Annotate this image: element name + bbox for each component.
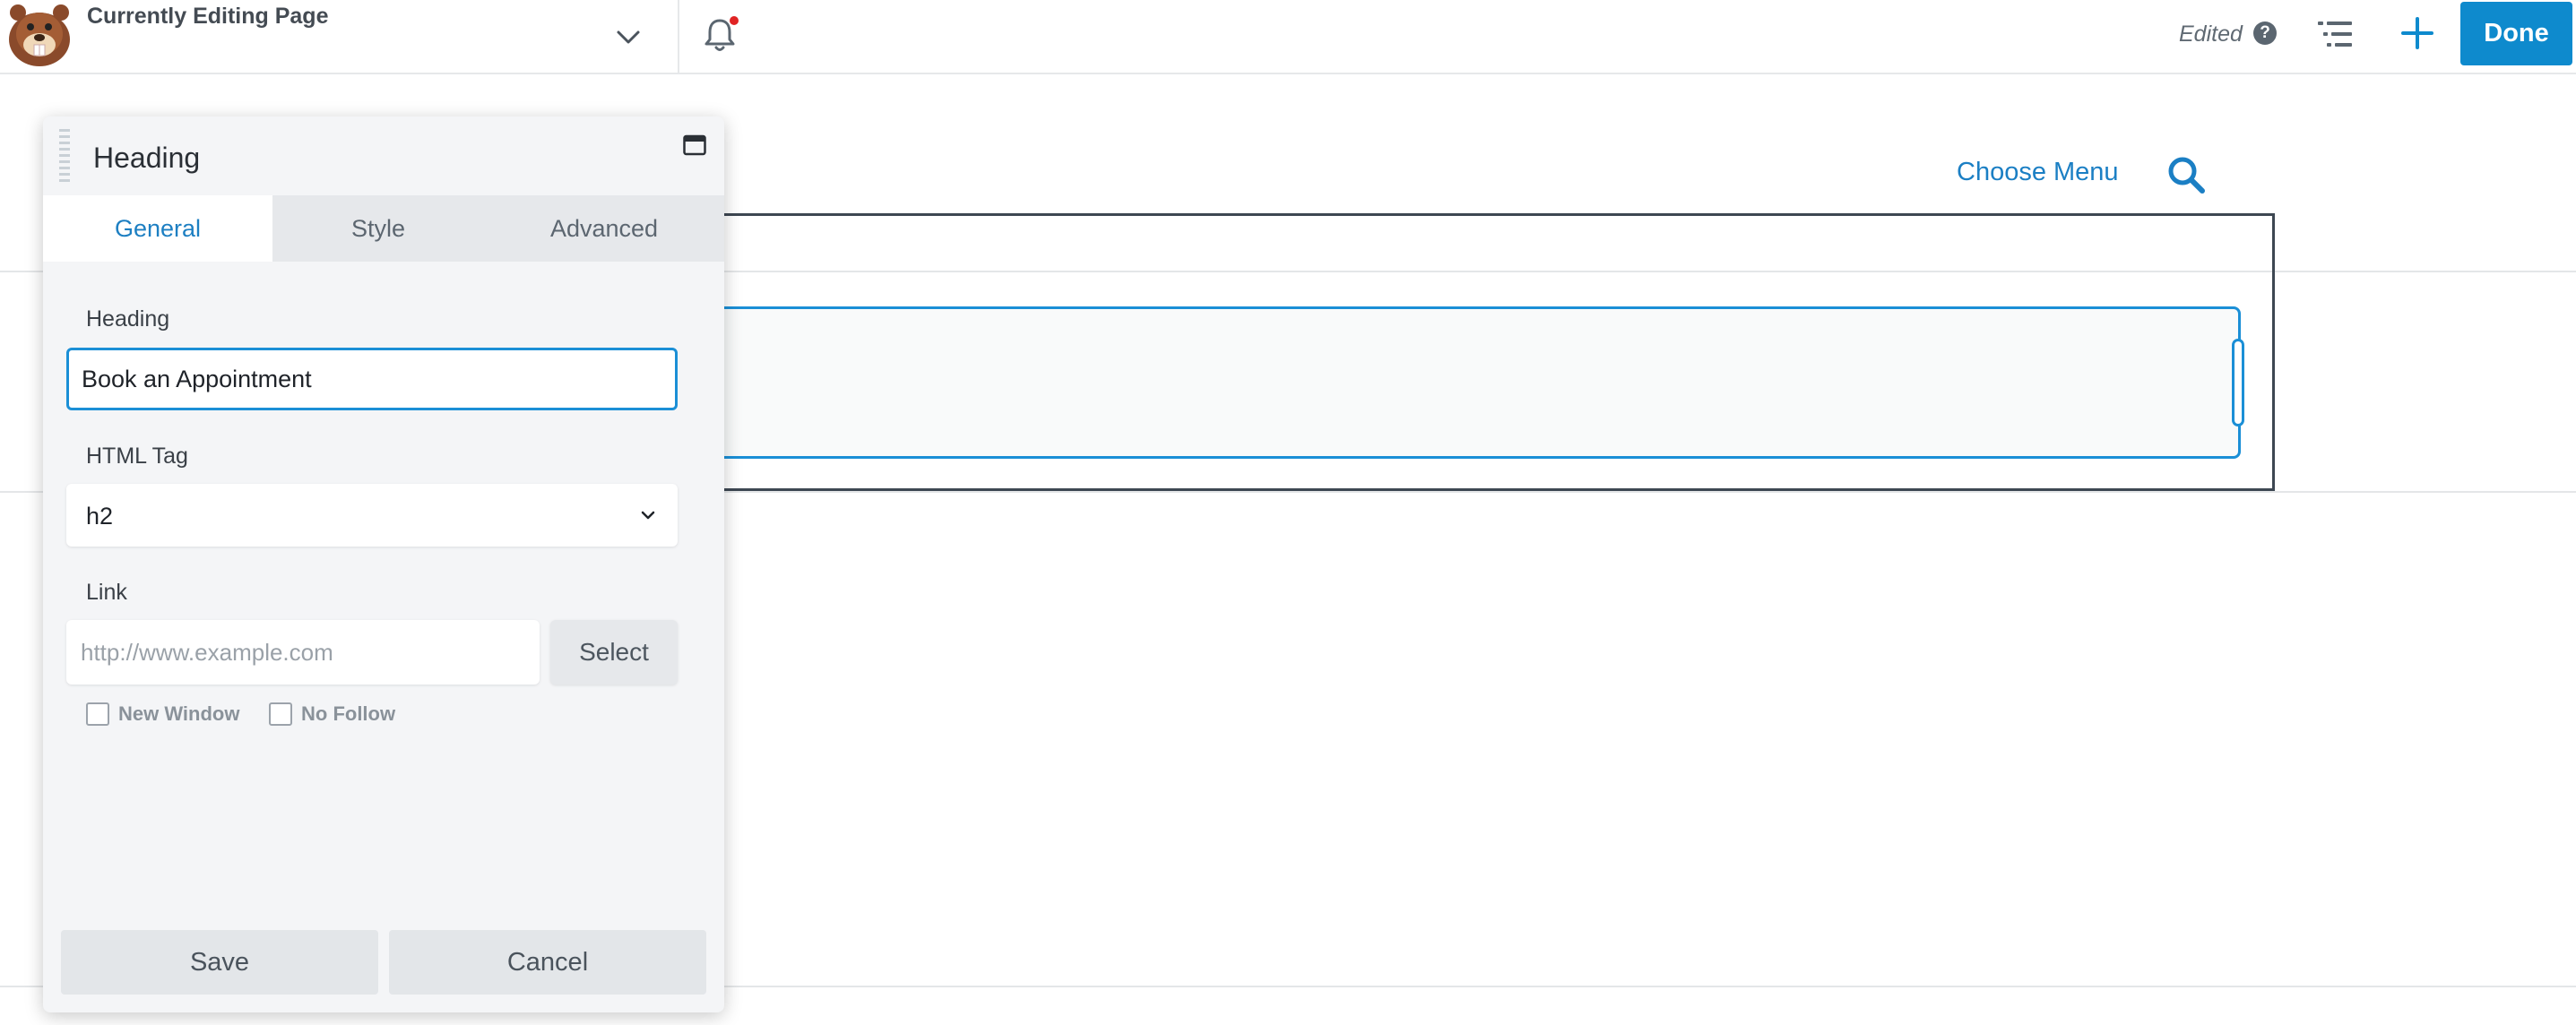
cancel-button[interactable]: Cancel [389,930,706,995]
resize-handle[interactable] [2232,339,2244,426]
heading-field-label: Heading [86,306,170,332]
new-window-checkbox[interactable] [86,702,109,726]
chevron-down-icon [641,511,655,520]
link-select-button[interactable]: Select [550,620,678,685]
search-icon[interactable] [2165,154,2207,195]
link-field-label: Link [86,580,127,605]
choose-menu-link[interactable]: Choose Menu [1957,158,2119,187]
drag-handle-icon[interactable] [59,129,70,183]
html-tag-label: HTML Tag [86,444,188,469]
tab-style[interactable]: Style [272,195,484,262]
tab-general[interactable]: General [43,195,272,262]
chevron-down-icon[interactable] [611,20,645,54]
notification-dot [730,16,739,25]
link-url-input[interactable] [66,620,540,685]
beaver-logo-icon[interactable] [4,0,75,68]
tab-advanced[interactable]: Advanced [484,195,724,262]
new-window-option[interactable]: New Window [86,702,239,726]
no-follow-checkbox[interactable] [269,702,292,726]
settings-tabs: General Style Advanced [43,195,724,262]
plus-icon[interactable] [2399,14,2436,52]
html-tag-select[interactable]: h2 [66,484,678,547]
heading-module[interactable] [681,306,2241,459]
edited-status: Edited [2179,22,2243,47]
help-icon[interactable]: ? [2253,22,2277,45]
panel-title: Heading [93,142,201,174]
no-follow-option[interactable]: No Follow [269,702,395,726]
outline-list-icon[interactable] [2316,18,2356,50]
save-button[interactable]: Save [61,930,378,995]
heading-settings-panel: Heading General Style Advanced Heading H… [43,116,724,1012]
new-window-label: New Window [118,702,240,725]
heading-text-input[interactable] [66,348,678,410]
html-tag-value: h2 [86,503,114,530]
page-title: Currently Editing Page [87,4,329,29]
top-bar: Currently Editing Page Edited ? Done [0,0,2576,74]
topbar-divider [678,0,679,74]
window-icon[interactable] [683,134,706,156]
done-button[interactable]: Done [2460,2,2572,65]
no-follow-label: No Follow [301,702,396,725]
panel-header[interactable]: Heading [43,116,724,195]
